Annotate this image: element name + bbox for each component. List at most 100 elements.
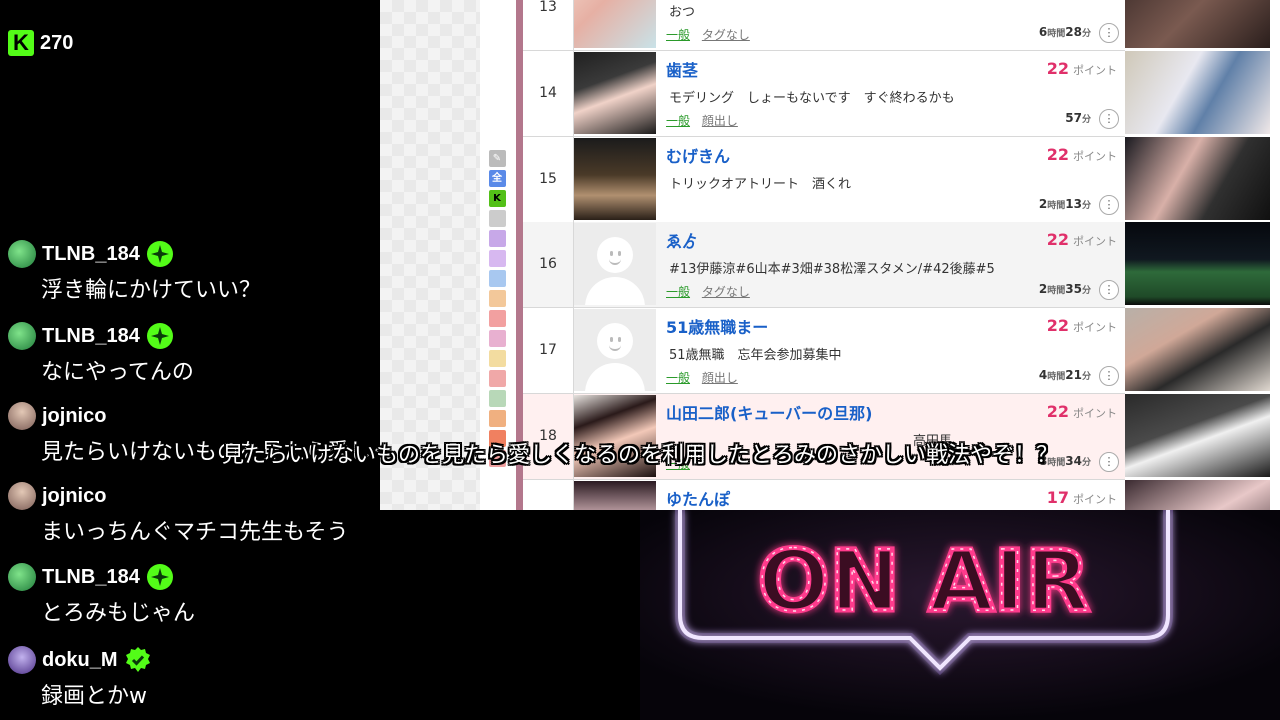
stream-preview[interactable] (1125, 0, 1270, 48)
viewer-count: 270 (40, 31, 74, 54)
chat-username: doku_M (42, 648, 118, 671)
stream-description: モデリング しょーもないです すぐ終わるかも (669, 91, 955, 106)
stream-tags: 一般 タグなし (666, 26, 750, 43)
streamer-name[interactable]: 歯茎 (666, 57, 698, 81)
tag-link[interactable]: タグなし (702, 285, 750, 299)
stream-preview[interactable] (1125, 51, 1270, 134)
stream-points: 22 ポイント (1046, 316, 1117, 335)
platform-icon[interactable] (488, 290, 506, 307)
platform-icon[interactable] (488, 210, 506, 227)
streamer-name[interactable]: 51歳無職まー (666, 314, 768, 338)
stream-description: #13伊藤涼#6山本#3畑#38松澤スタメン/#42後藤#5 (669, 262, 995, 277)
ranking-row[interactable]: 15 むげきん 22 ポイント トリックオアトリート 酒くれ 2時間13分 ⋮ (523, 137, 1125, 223)
user-avatar (8, 240, 36, 268)
stream-description: おつ (669, 5, 696, 20)
chat-username: TLNB_184 (42, 242, 140, 265)
stream-tags: 一般 顔出し (666, 112, 738, 129)
more-options-button[interactable]: ⋮ (1099, 23, 1119, 43)
more-options-button[interactable]: ⋮ (1099, 280, 1119, 300)
streamer-thumbnail[interactable] (574, 481, 656, 510)
stream-points: 22 ポイント (1046, 145, 1117, 164)
rank-number: 13 (523, 0, 574, 50)
user-avatar (8, 646, 36, 674)
stream-preview[interactable] (1125, 222, 1270, 305)
chat-username: TLNB_184 (42, 565, 140, 588)
stream-tags: 一般 タグなし (666, 283, 750, 300)
rank-number (523, 480, 574, 510)
rank-number: 16 (523, 222, 574, 307)
chat-message: TLNB_184 浮き輪にかけていい？ (8, 238, 261, 304)
ranking-row[interactable]: 17 51歳無職まー 22 ポイント 51歳無職 忘年会参加募集中 一般 顔出し … (523, 308, 1125, 394)
chat-message: TLNB_184 とろみもじゃん (8, 561, 195, 627)
streamer-thumbnail[interactable] (574, 0, 656, 48)
streamer-name[interactable]: ゑゟ (666, 228, 698, 252)
stream-preview[interactable] (1125, 137, 1270, 220)
user-avatar (8, 482, 36, 510)
chat-text: なにやってんの (41, 360, 194, 385)
on-air-bulbs: ON AIR (758, 532, 1090, 630)
rank-number: 17 (523, 308, 574, 393)
category-link[interactable]: 一般 (666, 371, 690, 385)
tag-link[interactable]: タグなし (702, 28, 750, 42)
chat-text: とろみもじゃん (41, 601, 196, 626)
all-category-icon[interactable]: 全 (488, 170, 506, 187)
stream-preview[interactable] (1125, 480, 1270, 510)
kick-category-icon[interactable]: K (488, 190, 506, 207)
platform-icon[interactable] (488, 330, 506, 347)
category-link[interactable]: 一般 (666, 114, 690, 128)
tag-link[interactable]: 顔出し (702, 371, 738, 385)
chat-username: jojnico (42, 404, 107, 427)
tag-link[interactable]: 顔出し (702, 114, 738, 128)
platform-icon[interactable] (488, 350, 506, 367)
chat-message: TLNB_184 なにやってんの (8, 320, 194, 386)
streamer-name[interactable]: ゆたんぽ (666, 486, 730, 510)
streamer-thumbnail[interactable] (574, 138, 656, 220)
streamer-thumbnail[interactable] (574, 52, 656, 134)
stream-duration: 4時間21分 (1038, 368, 1091, 382)
category-link[interactable]: 一般 (666, 28, 690, 42)
ranking-row[interactable]: 14 歯茎 22 ポイント モデリング しょーもないです すぐ終わるかも 一般 顔… (523, 51, 1125, 137)
chat-message: doku_M 録画とかw (8, 644, 152, 710)
chat-text: 録画とかw (41, 684, 147, 709)
ranking-window: ✎ 全 K 13 おつ 一般 タグなし 6時間28分 ⋮ 14 歯茎 22 ポイ… (380, 0, 1280, 510)
platform-icon[interactable] (488, 410, 506, 427)
twitch-category-icon[interactable] (488, 230, 506, 247)
accent-bar (516, 0, 523, 510)
stream-description: 51歳無職 忘年会参加募集中 (669, 348, 842, 363)
platform-icon[interactable] (488, 390, 506, 407)
verified-badge-icon (125, 647, 150, 672)
youtube-category-icon[interactable] (488, 310, 506, 327)
stream-description: トリックオアトリート 酒くれ (669, 177, 852, 192)
stream-preview-column (1125, 0, 1280, 510)
platform-icon[interactable] (488, 370, 506, 387)
user-avatar (8, 402, 36, 430)
chat-username: jojnico (42, 484, 107, 507)
stream-preview[interactable] (1125, 308, 1270, 391)
stream-points: 22 ポイント (1046, 230, 1117, 249)
og-badge-icon (146, 323, 173, 349)
on-air-sign-graphic: ON AIR ON AIR (640, 510, 1280, 720)
default-avatar-icon[interactable] (574, 309, 656, 391)
streamer-name[interactable]: 山田二郎(キューバーの旦那) (666, 400, 872, 424)
ranking-row[interactable]: 13 おつ 一般 タグなし 6時間28分 ⋮ (523, 0, 1125, 51)
streamer-name[interactable]: むげきん (666, 143, 730, 167)
category-icon-bar: ✎ 全 K (487, 150, 507, 467)
og-badge-icon (146, 241, 173, 267)
category-link[interactable]: 一般 (666, 285, 690, 299)
more-options-button[interactable]: ⋮ (1099, 366, 1119, 386)
stream-points: 17 ポイント (1046, 488, 1117, 507)
default-avatar-icon[interactable] (574, 223, 656, 305)
stream-duration: 57分 (1065, 111, 1091, 125)
more-options-button[interactable]: ⋮ (1099, 195, 1119, 215)
subtitle-overlay: 見たらいけないものを見たら愛しくなるのを利用したとろみのさかしい戦法やぞ！？ (221, 443, 1058, 468)
platform-icon[interactable] (488, 270, 506, 287)
on-air-neon-sign: ON AIR ON AIR (640, 510, 1280, 720)
edit-icon[interactable]: ✎ (488, 150, 506, 167)
more-options-button[interactable]: ⋮ (1099, 109, 1119, 129)
ranking-row[interactable]: 16 ゑゟ 22 ポイント #13伊藤涼#6山本#3畑#38松澤スタメン/#42後… (523, 222, 1125, 308)
user-avatar (8, 563, 36, 591)
user-avatar (8, 322, 36, 350)
ranking-row[interactable]: ゆたんぽ 17 ポイント (523, 480, 1125, 510)
twitch-alt-icon[interactable] (488, 250, 506, 267)
rank-number: 14 (523, 51, 574, 136)
